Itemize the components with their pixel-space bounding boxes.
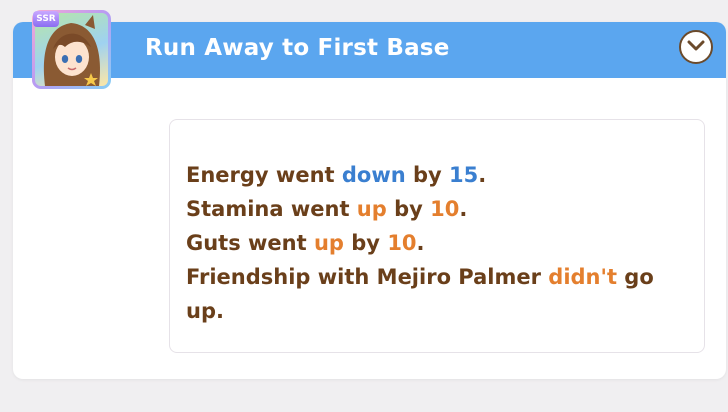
collapse-toggle-button[interactable] [679, 30, 713, 64]
result-text: Friendship with Mejiro Palmer [186, 265, 549, 289]
result-text: by [343, 231, 388, 255]
decrease-highlight: down [341, 163, 406, 187]
result-line: Guts went up by 10. [186, 226, 656, 260]
result-text: . [416, 231, 425, 255]
result-text: by [386, 197, 431, 221]
chevron-down-icon [687, 40, 705, 51]
increase-highlight: 10 [430, 197, 460, 221]
event-result-box: Energy went down by 15. Stamina went up b… [169, 119, 705, 353]
result-line: Stamina went up by 10. [186, 192, 656, 226]
increase-highlight: up [313, 231, 344, 255]
result-text: Stamina went [186, 197, 357, 221]
event-result-text: Energy went down by 15. Stamina went up b… [186, 158, 656, 328]
result-text: by [405, 163, 450, 187]
result-line: Friendship with Mejiro Palmer didn't go … [186, 260, 656, 328]
result-text: Guts went [186, 231, 314, 255]
increase-highlight: up [356, 197, 387, 221]
result-text: Energy went [186, 163, 342, 187]
result-line: Energy went down by 15. [186, 158, 656, 192]
increase-highlight: 10 [387, 231, 417, 255]
event-title: Run Away to First Base [145, 35, 450, 61]
decrease-highlight: 15 [449, 163, 479, 187]
rarity-badge: SSR [33, 11, 59, 27]
result-text: . [478, 163, 487, 187]
result-text: . [459, 197, 468, 221]
increase-highlight: didn't [548, 265, 617, 289]
event-card: Run Away to First Base Energy went down … [13, 22, 726, 379]
event-header[interactable]: Run Away to First Base [13, 22, 726, 78]
